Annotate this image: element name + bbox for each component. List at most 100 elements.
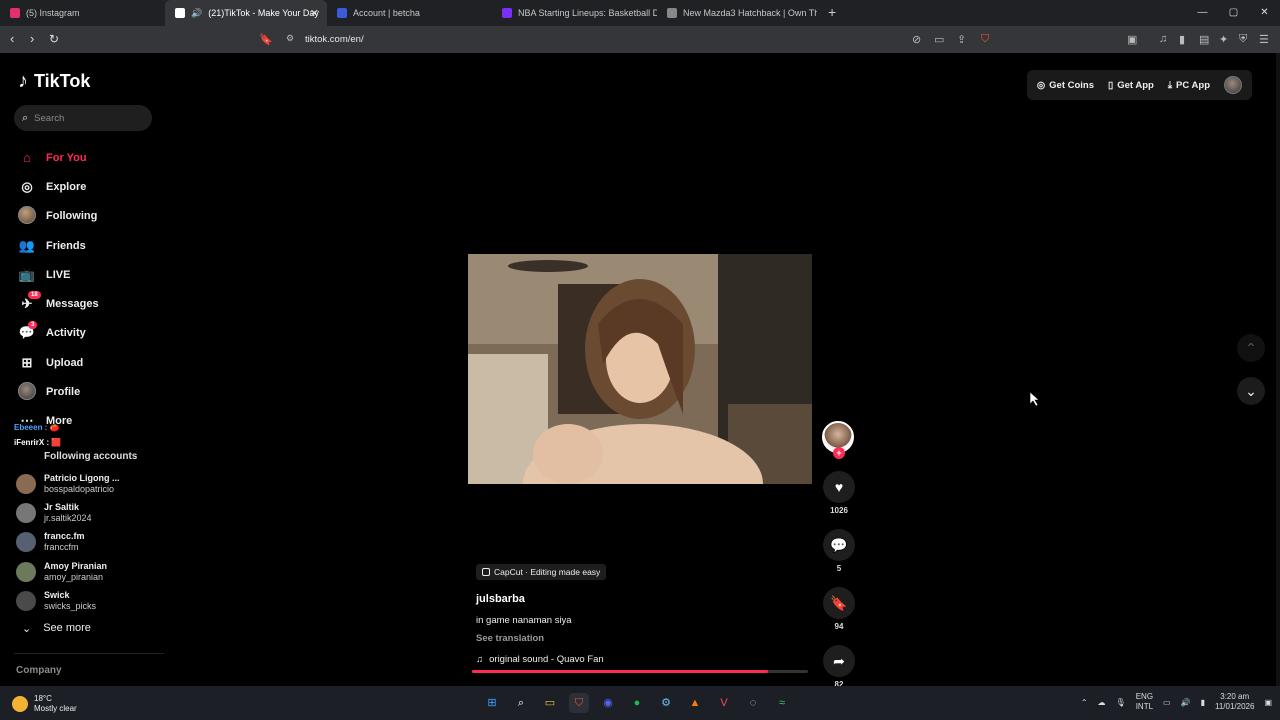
- discord-icon[interactable]: ◉: [598, 693, 618, 713]
- steam-icon[interactable]: ⚙: [656, 693, 676, 713]
- creator-username[interactable]: julsbarba: [476, 593, 816, 605]
- nav-label: LIVE: [46, 268, 71, 281]
- share-icon[interactable]: ⇪: [957, 33, 966, 46]
- video-caption: CapCut · Editing made easy julsbarba in …: [476, 563, 816, 665]
- url-field[interactable]: tiktok.com/en/: [305, 34, 364, 45]
- tab-tiktok[interactable]: 🔊 (21)TikTok - Make Your Day ✕: [165, 0, 327, 26]
- brave-shield-icon[interactable]: ⛉: [981, 33, 989, 46]
- bookmark-icon[interactable]: 🔖: [259, 33, 273, 46]
- live-icon: 📺: [18, 266, 36, 282]
- terminal-icon[interactable]: ≈: [772, 693, 792, 713]
- maximize-button[interactable]: ▢: [1218, 0, 1249, 26]
- vpn-icon[interactable]: ⛨: [1239, 33, 1247, 46]
- game-launcher-icon[interactable]: ◌: [743, 693, 763, 713]
- video-description: in game nanaman siya: [476, 615, 572, 626]
- forward-icon[interactable]: ›: [30, 31, 34, 47]
- account-item[interactable]: Swick swicks_picks: [16, 586, 156, 615]
- audio-icon[interactable]: ⊘: [912, 33, 921, 46]
- wifi-icon[interactable]: ▭: [1163, 698, 1171, 707]
- close-tab-icon[interactable]: ✕: [310, 7, 319, 20]
- file-explorer-icon[interactable]: ▭: [540, 693, 560, 713]
- site-info-icon[interactable]: ⚙: [286, 33, 294, 44]
- tab-nba[interactable]: NBA Starting Lineups: Basketball Da...: [492, 0, 657, 26]
- battery-icon[interactable]: ▮: [1201, 698, 1205, 707]
- nav-messages[interactable]: ✈ 18 Messages: [18, 289, 168, 318]
- chevron-up-icon[interactable]: ⌃: [1081, 698, 1088, 707]
- chevron-down-icon: ⌄: [22, 623, 32, 635]
- brave-icon[interactable]: ⛉: [569, 693, 589, 713]
- user-avatar[interactable]: [1224, 76, 1242, 94]
- next-video-button[interactable]: ⌄: [1237, 377, 1265, 405]
- clock[interactable]: 3:20 am 11/01/2026: [1215, 692, 1254, 712]
- back-icon[interactable]: ‹: [10, 31, 14, 47]
- follow-plus-icon[interactable]: +: [833, 447, 845, 459]
- capcut-badge[interactable]: CapCut · Editing made easy: [476, 564, 607, 580]
- share-button[interactable]: ➦: [823, 645, 855, 677]
- video-player[interactable]: [468, 254, 812, 484]
- cast-icon[interactable]: ▭: [934, 33, 944, 46]
- tab-betcha[interactable]: Account | betcha: [327, 0, 492, 26]
- reload-icon[interactable]: ↻: [49, 31, 59, 47]
- tab-mazda[interactable]: New Mazda3 Hatchback | Own The M...: [657, 0, 817, 26]
- network-icon[interactable]: ☁: [1098, 698, 1106, 707]
- comment-button[interactable]: 💬: [823, 529, 855, 561]
- avatar: [16, 502, 36, 523]
- save-count: 94: [834, 622, 844, 631]
- search-input[interactable]: ⌕ Search: [14, 105, 152, 131]
- valorant-icon[interactable]: V: [714, 693, 734, 713]
- tab-manager-icon[interactable]: ▣: [1127, 33, 1137, 46]
- nav-upload[interactable]: ⊞ Upload: [18, 348, 168, 377]
- previous-video-button[interactable]: ⌃: [1237, 334, 1265, 362]
- media-icon[interactable]: ♫: [1159, 33, 1167, 45]
- company-link[interactable]: Company: [16, 665, 62, 676]
- tiktok-logo[interactable]: ♪ TikTok: [18, 70, 90, 93]
- page-scrollbar[interactable]: [1276, 53, 1280, 686]
- get-coins-button[interactable]: ◎ Get Coins: [1037, 80, 1094, 91]
- share-arrow-icon: ➦: [833, 652, 845, 669]
- sound-label: original sound - Quavo Fan: [489, 654, 604, 665]
- notification-icon[interactable]: ▣: [1264, 698, 1272, 707]
- save-button[interactable]: 🔖: [823, 587, 855, 619]
- spotify-icon[interactable]: ●: [627, 693, 647, 713]
- nav-following[interactable]: Following: [18, 202, 168, 231]
- nav-live[interactable]: 📺 LIVE: [18, 260, 168, 289]
- account-item[interactable]: Amoy Piranian amoy_piranian: [16, 557, 156, 586]
- tiktok-page: ♪ TikTok ⌕ Search ⌂ For You ◎ Explore Fo…: [0, 53, 1280, 689]
- nav-for-you[interactable]: ⌂ For You: [18, 143, 168, 172]
- account-item[interactable]: Jr Saltik jr.saltik2024: [16, 498, 156, 527]
- like-button[interactable]: ♥: [823, 471, 855, 503]
- address-bar: ‹ › ↻ 🔖 ⚙ tiktok.com/en/ ⊘ ▭ ⇪ ⛉ ▣ ♫ ▮ ▤…: [0, 26, 1280, 53]
- account-handle: franccfm: [44, 542, 79, 553]
- account-item[interactable]: Patricio Ligong ... bosspaldopatricio: [16, 469, 156, 498]
- pc-app-button[interactable]: ⤓ PC App: [1168, 80, 1210, 91]
- creator-avatar[interactable]: +: [822, 421, 854, 459]
- logo-text: TikTok: [34, 71, 91, 91]
- minimize-button[interactable]: —: [1187, 0, 1218, 26]
- sidebar-toggle-icon[interactable]: ▮: [1179, 33, 1185, 46]
- mic-icon[interactable]: 🎙: [1116, 698, 1126, 707]
- see-more-button[interactable]: ⌄ See more: [22, 622, 91, 635]
- new-tab-button[interactable]: +: [828, 4, 836, 20]
- app-icon[interactable]: ▲: [685, 693, 705, 713]
- language-indicator[interactable]: ENG INTL: [1136, 692, 1153, 712]
- get-app-button[interactable]: ▯ Get App: [1108, 80, 1154, 91]
- start-icon[interactable]: ⊞: [482, 693, 502, 713]
- get-coins-label: Get Coins: [1049, 79, 1095, 91]
- nav-explore[interactable]: ◎ Explore: [18, 172, 168, 201]
- nav-friends[interactable]: 👥 Friends: [18, 231, 168, 260]
- account-item[interactable]: francc.fm franccfm: [16, 528, 156, 557]
- sound-link[interactable]: ♫ original sound - Quavo Fan: [476, 654, 816, 665]
- volume-icon[interactable]: 🔊: [1181, 698, 1191, 707]
- see-translation-link[interactable]: See translation: [476, 633, 816, 644]
- nav-profile[interactable]: Profile: [18, 377, 168, 406]
- search-icon[interactable]: ⌕: [511, 693, 531, 713]
- weather-widget[interactable]: 18°C Mostly clear: [12, 694, 77, 714]
- close-window-button[interactable]: ✕: [1249, 0, 1280, 26]
- wallet-icon[interactable]: ▤: [1199, 33, 1209, 46]
- leo-icon[interactable]: ✦: [1219, 33, 1228, 46]
- menu-icon[interactable]: ☰: [1259, 33, 1269, 46]
- nav-activity[interactable]: 💬 3 Activity: [18, 319, 168, 348]
- home-icon: ⌂: [23, 150, 31, 166]
- tab-instagram[interactable]: (5) Instagram: [0, 0, 165, 26]
- video-progress-bar[interactable]: [472, 670, 808, 673]
